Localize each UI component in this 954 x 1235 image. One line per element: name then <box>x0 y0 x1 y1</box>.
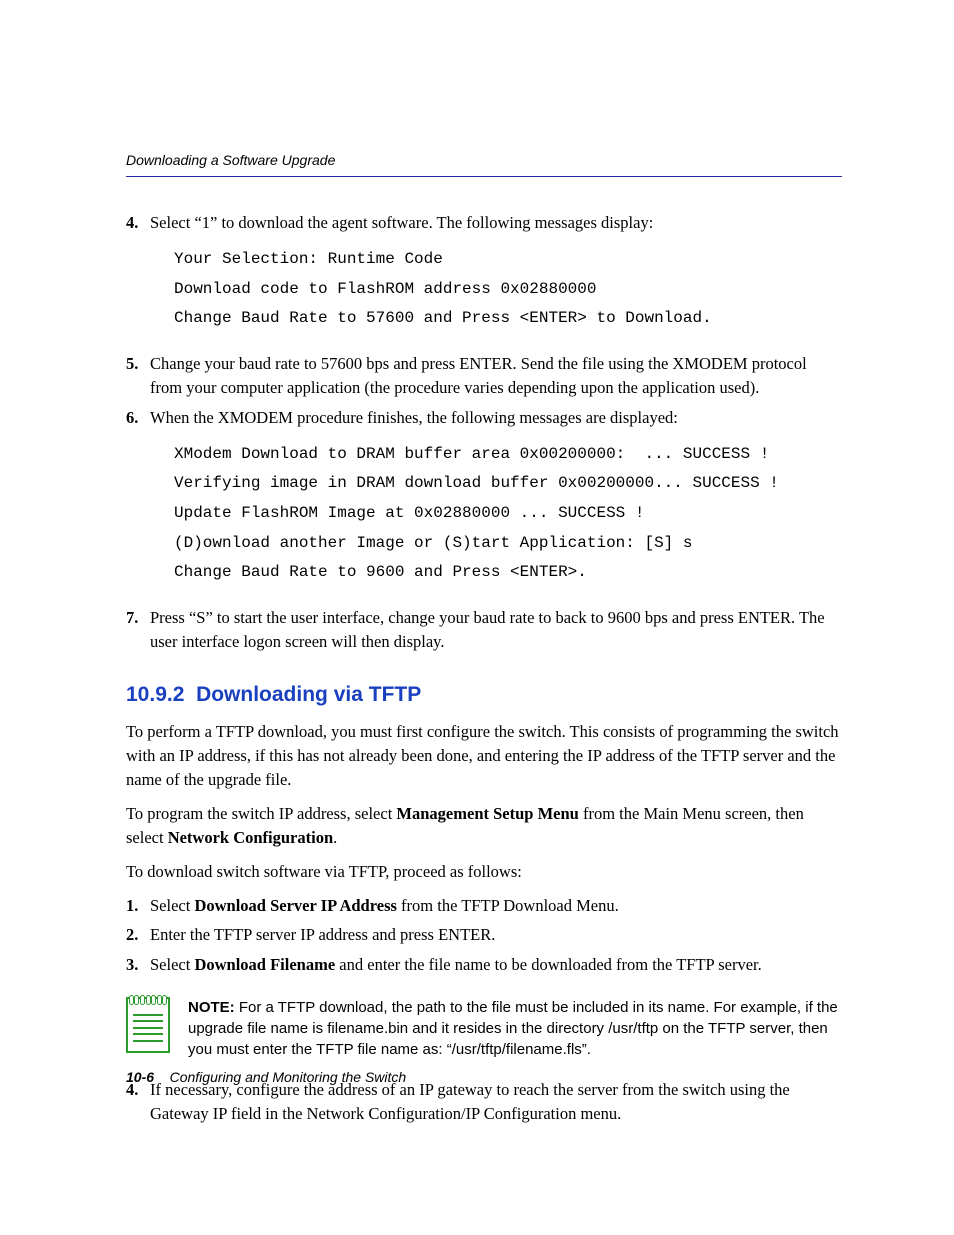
step-list-b: 1. Select Download Server IP Address fro… <box>126 894 842 978</box>
list-item: 6. When the XMODEM procedure finishes, t… <box>126 406 842 600</box>
bold-text: Download Server IP Address <box>194 896 396 915</box>
code-block: XModem Download to DRAM buffer area 0x00… <box>174 440 842 588</box>
paragraph: To download switch software via TFTP, pr… <box>126 860 842 884</box>
step-number: 3. <box>126 953 150 977</box>
code-block: Your Selection: Runtime Code Download co… <box>174 245 842 334</box>
text-run: and enter the file name to be downloaded… <box>335 955 762 974</box>
step-text: Change your baud rate to 57600 bps and p… <box>150 354 807 397</box>
text-run: Select <box>150 955 194 974</box>
text-run: Enter the TFTP server IP address and pre… <box>150 925 495 944</box>
text-run: To program the switch IP address, select <box>126 804 396 823</box>
step-text: Press “S” to start the user interface, c… <box>150 608 825 651</box>
text-run: . <box>333 828 337 847</box>
note-body: For a TFTP download, the path to the fil… <box>188 999 838 1058</box>
bold-text: Management Setup Menu <box>396 804 578 823</box>
paragraph: To program the switch IP address, select… <box>126 802 842 850</box>
section-title: Downloading via TFTP <box>196 683 421 706</box>
bold-text: Download Filename <box>194 955 335 974</box>
page-footer: 10-6 Configuring and Monitoring the Swit… <box>126 1067 406 1087</box>
list-item: 1. Select Download Server IP Address fro… <box>126 894 842 918</box>
text-run: from the TFTP Download Menu. <box>397 896 619 915</box>
step-number: 6. <box>126 406 150 430</box>
section-heading: 10.9.2 Downloading via TFTP <box>126 680 842 710</box>
step-text: When the XMODEM procedure finishes, the … <box>150 408 678 427</box>
step-list-a: 4. Select “1” to download the agent soft… <box>126 211 842 653</box>
list-item: 4. Select “1” to download the agent soft… <box>126 211 842 346</box>
note-icon <box>126 997 170 1053</box>
page: Downloading a Software Upgrade 4. Select… <box>0 0 954 1235</box>
note-label: NOTE: <box>188 999 235 1016</box>
list-item: 2. Enter the TFTP server IP address and … <box>126 923 842 947</box>
step-number: 7. <box>126 606 150 630</box>
step-text: Select “1” to download the agent softwar… <box>150 213 653 232</box>
note-box: NOTE: For a TFTP download, the path to t… <box>126 997 842 1060</box>
step-number: 1. <box>126 894 150 918</box>
text-run: Select <box>150 896 194 915</box>
list-item: 5. Change your baud rate to 57600 bps an… <box>126 352 842 400</box>
list-item: 7. Press “S” to start the user interface… <box>126 606 842 654</box>
paragraph: To perform a TFTP download, you must fir… <box>126 720 842 792</box>
section-number: 10.9.2 <box>126 683 184 706</box>
step-number: 4. <box>126 211 150 235</box>
page-number: 10-6 <box>126 1069 154 1085</box>
note-text: NOTE: For a TFTP download, the path to t… <box>188 997 842 1060</box>
list-item: 3. Select Download Filename and enter th… <box>126 953 842 977</box>
footer-title: Configuring and Monitoring the Switch <box>170 1069 407 1085</box>
running-header: Downloading a Software Upgrade <box>126 150 842 177</box>
step-number: 2. <box>126 923 150 947</box>
step-number: 5. <box>126 352 150 376</box>
bold-text: Network Configuration <box>168 828 333 847</box>
